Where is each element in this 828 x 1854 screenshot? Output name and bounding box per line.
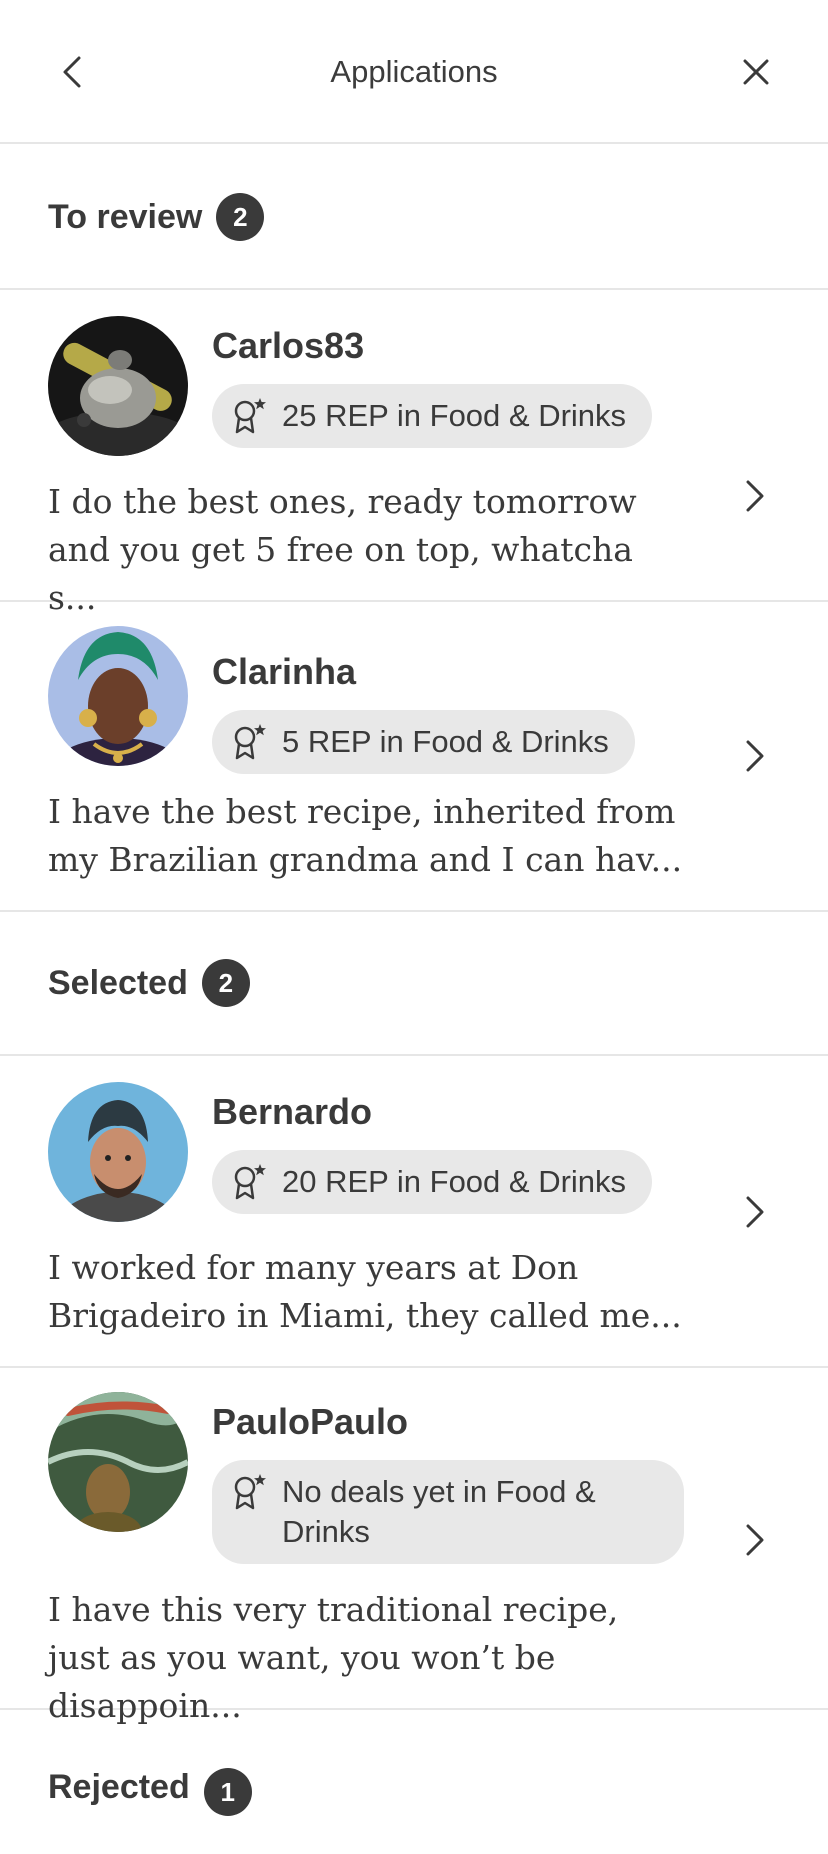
section-label: Selected	[48, 963, 188, 1002]
applicant-username: Clarinha	[212, 651, 357, 692]
rep-award-icon	[234, 398, 266, 434]
rep-badge: No deals yet in Food & Drinks	[212, 1460, 684, 1564]
applicant-card-bernardo[interactable]: Bernardo 20 REP in Food & Drinks I worke…	[0, 1058, 828, 1368]
applicant-username: Bernardo	[212, 1091, 373, 1132]
avatar	[48, 626, 188, 766]
open-application-button[interactable]	[740, 734, 770, 778]
section-label: To review	[48, 197, 203, 236]
avatar	[48, 1392, 188, 1532]
rep-badge: 5 REP in Food & Drinks	[212, 710, 635, 774]
avatar	[48, 1082, 188, 1222]
applicant-card-paulopaulo[interactable]: PauloPaulo No deals yet in Food & Drinks…	[0, 1368, 828, 1725]
chevron-right-icon	[746, 740, 764, 772]
section-label: Rejected	[48, 1768, 190, 1806]
section-header-selected: Selected 2	[0, 912, 828, 1056]
count-badge: 2	[216, 193, 265, 241]
close-button[interactable]	[736, 50, 776, 94]
rep-badge: 20 REP in Food & Drinks	[212, 1150, 653, 1214]
rep-award-icon	[234, 1474, 266, 1510]
close-icon	[743, 59, 769, 85]
page-title: Applications	[330, 54, 498, 89]
rep-text: 25 REP in Food & Drinks	[282, 398, 627, 433]
section-header-to-review: To review 2	[0, 146, 828, 290]
count-badge: 2	[201, 959, 250, 1007]
rep-text: 5 REP in Food & Drinks	[282, 724, 609, 759]
section-header-rejected: Rejected 1	[0, 1710, 828, 1854]
open-application-button[interactable]	[740, 474, 770, 518]
count-badge: 1	[203, 1768, 252, 1816]
rep-text: No deals yet in Food & Drinks	[282, 1474, 596, 1549]
rep-badge: 25 REP in Food & Drinks	[212, 384, 653, 448]
application-message: I have the best recipe, inherited from m…	[48, 792, 683, 879]
chevron-right-icon	[746, 1524, 764, 1556]
open-application-button[interactable]	[740, 1190, 770, 1234]
rep-award-icon	[234, 724, 266, 760]
avatar	[48, 316, 188, 456]
rep-text: 20 REP in Food & Drinks	[282, 1164, 627, 1199]
rep-award-icon	[234, 1164, 266, 1200]
applicant-card-clarinha[interactable]: Clarinha 5 REP in Food & Drinks I have t…	[0, 602, 828, 912]
applicant-username: Carlos83	[212, 325, 365, 366]
application-message: I worked for many years at Don Brigadeir…	[48, 1248, 682, 1335]
applicant-card-carlos83[interactable]: Carlos83 25 REP in Food & Drinks I do th…	[0, 292, 828, 617]
chevron-right-icon	[746, 1196, 764, 1228]
application-message: I have this very traditional recipe, jus…	[48, 1590, 619, 1725]
open-application-button[interactable]	[740, 1518, 770, 1562]
applicant-username: PauloPaulo	[212, 1401, 409, 1442]
application-message: I do the best ones, ready tomorrow and y…	[48, 482, 637, 617]
top-bar: Applications	[0, 0, 828, 144]
chevron-right-icon	[746, 480, 764, 512]
